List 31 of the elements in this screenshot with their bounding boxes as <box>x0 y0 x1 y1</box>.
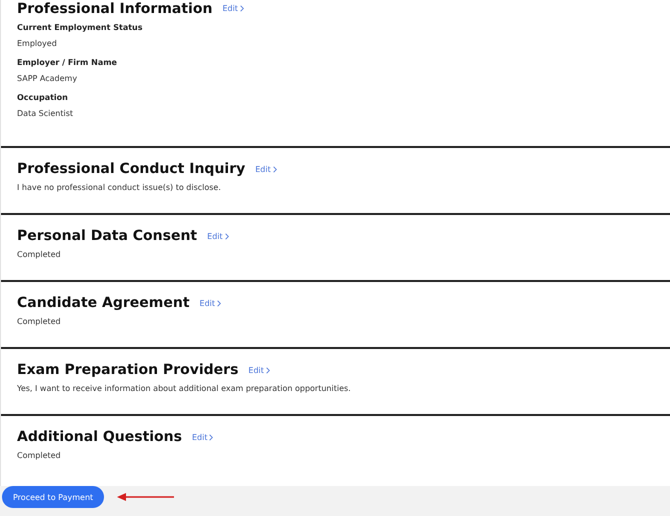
field-value: Employed <box>17 38 58 50</box>
field-label: Occupation <box>17 92 69 104</box>
pointer-arrow <box>116 492 176 502</box>
section-text: Completed <box>17 316 62 328</box>
field-label: Employer / Firm Name <box>17 57 118 69</box>
chevron-icon <box>240 5 244 12</box>
section-title: Professional Conduct Inquiry <box>17 161 246 177</box>
edit-link[interactable]: Edit <box>248 366 270 374</box>
chevron-icon <box>209 434 214 440</box>
section-text: I have no professional conduct issue(s) to disclose. <box>17 182 222 194</box>
section-title: Candidate Agreement <box>17 295 190 311</box>
edit-link[interactable]: Edit <box>192 432 214 442</box>
field-value: Data Scientist <box>17 108 74 120</box>
section-text: Completed <box>17 450 62 462</box>
section-title: Exam Preparation Providers <box>17 362 238 378</box>
edit-link[interactable]: Edit <box>255 164 277 174</box>
chevron-icon <box>272 166 277 172</box>
proceed-button[interactable]: Proceed to Payment <box>2 486 104 508</box>
section-title: Personal Data Consent <box>17 228 198 244</box>
chevron-icon <box>217 300 222 306</box>
section-text: Completed <box>17 249 62 261</box>
edit-link[interactable]: Edit <box>200 298 222 308</box>
field-label: Current Employment Status <box>17 22 144 34</box>
edit-link[interactable]: Edit <box>207 232 229 240</box>
section-title: Professional Information <box>17 0 212 16</box>
field-value: SAPP Academy <box>17 73 78 85</box>
section-title: Additional Questions <box>17 429 182 445</box>
chevron-icon <box>224 232 229 240</box>
chevron-icon <box>266 366 270 374</box>
section-text: Yes, I want to receive information about additional exam preparation opportunities. <box>17 383 352 395</box>
edit-link[interactable]: Edit <box>222 4 244 13</box>
